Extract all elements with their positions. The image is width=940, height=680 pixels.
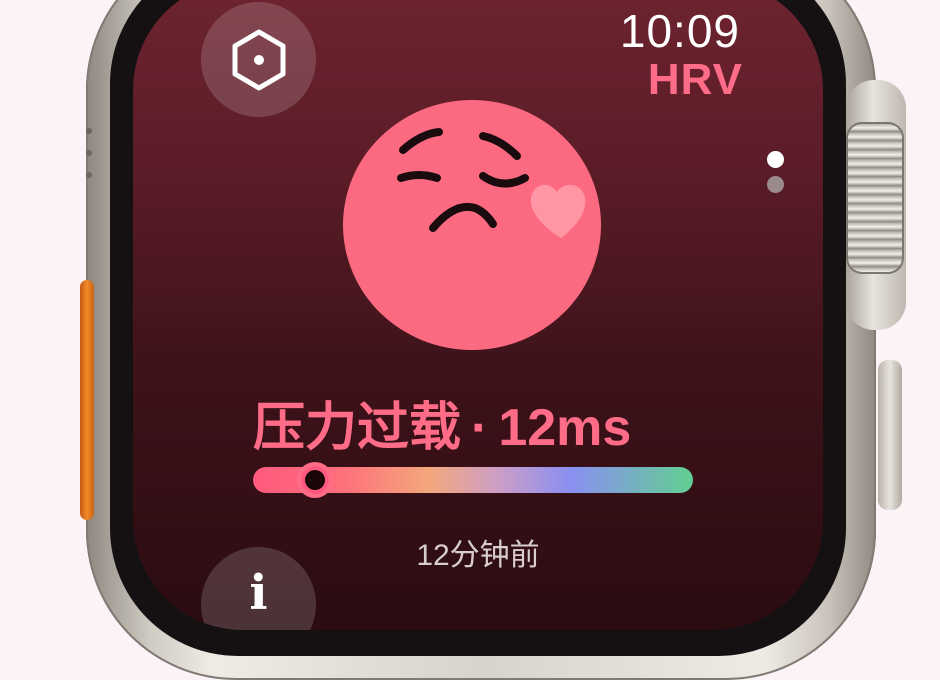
- side-button[interactable]: [878, 360, 902, 510]
- stress-face-icon: [343, 100, 601, 350]
- stress-gauge-marker: [296, 462, 333, 498]
- action-button[interactable]: [80, 280, 94, 520]
- hrv-value: 12ms: [498, 399, 632, 457]
- speaker-hole: [86, 128, 92, 134]
- clock-time: 10:09: [619, 5, 740, 57]
- hexagon-icon: [232, 29, 285, 90]
- digital-crown[interactable]: [846, 122, 904, 274]
- app-title: HRV: [647, 55, 743, 104]
- speaker-hole: [86, 150, 92, 156]
- separator: ·: [471, 399, 489, 457]
- info-icon: i: [249, 565, 268, 621]
- page-indicator: [767, 176, 784, 193]
- watch-screen: 10:09 HRV 压力过载 · 12ms 12分钟前 i: [133, 0, 823, 630]
- stress-status: 压力过载 · 12ms: [253, 385, 631, 460]
- page-indicator-active: [767, 151, 784, 168]
- speaker-hole: [86, 172, 92, 178]
- settings-button[interactable]: [201, 2, 316, 117]
- stress-state-label: 压力过载: [253, 399, 462, 457]
